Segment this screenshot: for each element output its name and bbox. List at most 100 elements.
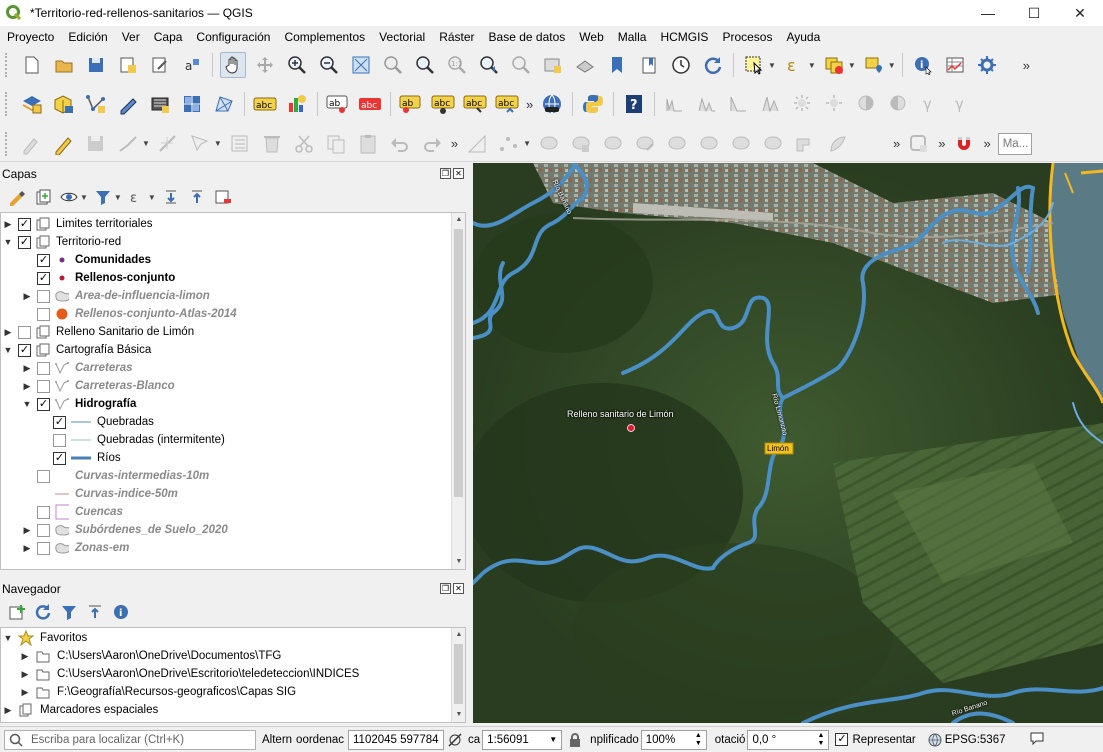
layer-row[interactable]: ✓ Quebradas [1,413,465,431]
layer-visibility-checkbox[interactable] [37,505,50,519]
layer-row[interactable]: ▶ Subórdenes_de Suelo_2020 [1,521,465,539]
scrollbar-thumb[interactable] [454,644,463,704]
rotation-spinbox[interactable]: 0,0 ° ▲ ▼ [747,729,830,750]
pan-map-icon[interactable] [220,52,246,78]
brightness-down-icon[interactable] [822,91,848,117]
layer-visibility-checkbox[interactable] [37,307,50,321]
layer-visibility-checkbox[interactable] [53,433,66,447]
zoom-last-icon[interactable] [476,52,502,78]
scale-combobox[interactable]: 1:56091 ▼ [482,729,563,750]
new-bookmark-icon[interactable] [604,52,630,78]
layer-row[interactable]: ✓ Comunidades [1,251,465,269]
shape-tool-6-icon[interactable] [696,131,722,157]
layer-row[interactable]: ▼ ✓ Cartografía Básica [1,341,465,359]
layer-visibility-checkbox[interactable]: ✓ [18,217,31,231]
raster-local-stretch-icon[interactable] [758,91,784,117]
refresh-browser-icon[interactable] [33,602,53,622]
new-shapefile-layer-icon[interactable] [83,91,109,117]
zoom-out-icon[interactable] [316,52,342,78]
move-label-icon[interactable]: ab [398,91,424,117]
raster-histogram-icon[interactable] [662,91,688,117]
layer-row[interactable]: Curvas-indice-50m [1,485,465,503]
lock-scale-icon[interactable] [566,727,584,752]
open-project-icon[interactable] [51,52,77,78]
toolbar-grip[interactable] [5,53,10,77]
contrast-up-icon[interactable] [854,91,880,117]
shape-tool-7-icon[interactable] [728,131,754,157]
refresh-icon[interactable] [700,52,726,78]
digitize-icon[interactable] [115,91,141,117]
layer-row[interactable]: ▼ ✓ Hidrografía [1,395,465,413]
collapse-all-icon[interactable] [187,187,207,207]
save-project-icon[interactable] [83,52,109,78]
remove-layer-icon[interactable] [213,187,233,207]
rotate-label-icon[interactable]: abc [462,91,488,117]
altern-label[interactable]: Altern [262,734,292,746]
add-group-icon[interactable] [33,187,53,207]
show-hide-labels-icon[interactable]: abc [430,91,456,117]
show-bookmarks-icon[interactable] [636,52,662,78]
menu-ayuda[interactable]: Ayuda [779,30,827,44]
delete-selected-icon[interactable] [259,131,285,157]
layers-scrollbar[interactable]: ▲ ▼ [451,213,465,569]
navigator-row[interactable]: ▶ Marcadores espaciales [1,701,465,719]
magnifier-spinbox[interactable]: 100% ▲ ▼ [640,729,707,750]
highlight-pinned-labels-icon[interactable]: abc [357,91,383,117]
layer-row[interactable]: Rellenos-conjunto-Atlas-2014 [1,305,465,323]
locator-bar[interactable]: Escriba para localizar (Ctrl+K) [4,729,256,750]
render-checkbox[interactable]: ✓ [835,733,849,746]
current-edits-icon[interactable] [19,131,45,157]
temporal-controller-icon[interactable] [668,52,694,78]
layer-row[interactable]: Quebradas (intermitente) [1,431,465,449]
expand-arrow-icon[interactable]: ▶ [20,687,30,698]
expand-arrow-icon[interactable]: ▶ [22,381,32,392]
paste-features-icon[interactable] [355,131,381,157]
new-project-icon[interactable] [19,52,45,78]
menu-edicion[interactable]: Edición [61,30,114,44]
processing-toolbox-icon[interactable] [974,52,1000,78]
new-virtual-layer-icon[interactable] [147,91,173,117]
collapse-browser-icon[interactable] [85,602,105,622]
close-panel-icon[interactable]: ✕ [453,168,464,179]
zoom-full-icon[interactable] [348,52,374,78]
layer-visibility-checkbox[interactable]: ✓ [37,253,50,267]
open-layer-styling-icon[interactable] [7,187,27,207]
add-raster-layer-icon[interactable] [179,91,205,117]
add-selected-layers-icon[interactable] [7,602,27,622]
expand-arrow-icon[interactable]: ▶ [20,669,30,680]
vertex-tool-all-layers-icon[interactable] [187,131,213,157]
cut-features-icon[interactable] [291,131,317,157]
identify-features-icon[interactable]: i [910,52,936,78]
shape-tool-4-icon[interactable] [632,131,658,157]
help-contents-icon[interactable]: ? [621,91,647,117]
properties-icon[interactable]: i [111,602,131,622]
change-label-icon[interactable]: abc [494,91,520,117]
expand-arrow-icon[interactable]: ▶ [22,525,32,536]
layer-row[interactable]: ▶ Carreteras [1,359,465,377]
layer-visibility-checkbox[interactable]: ✓ [18,235,31,249]
layer-visibility-checkbox[interactable] [18,325,31,339]
save-layer-edits-icon[interactable] [83,131,109,157]
navigator-scrollbar[interactable]: ▲ ▼ [451,628,465,722]
expand-arrow-icon[interactable]: ▶ [22,543,32,554]
snapping-magnet-icon[interactable] [951,131,977,157]
collapse-arrow-icon[interactable]: ▼ [3,345,13,355]
cad-tool-icon[interactable] [496,131,522,157]
reshape-icon[interactable] [906,131,932,157]
expand-arrow-icon[interactable]: ▶ [3,327,13,338]
coordinate-field[interactable]: 1102045 597784 [348,729,445,750]
menu-procesos[interactable]: Procesos [715,30,779,44]
style-manager-icon[interactable]: a [179,52,205,78]
expand-arrow-icon[interactable]: ▶ [3,219,13,230]
shape-tool-2-icon[interactable] [568,131,594,157]
expand-arrow-icon[interactable]: ▶ [22,363,32,374]
shape-tool-8-icon[interactable] [760,131,786,157]
manage-map-themes-icon[interactable] [59,187,79,207]
layer-row[interactable]: ✓ Ríos [1,449,465,467]
expand-arrow-icon[interactable]: ▶ [20,651,30,662]
expand-arrow-icon[interactable]: ▶ [3,705,13,716]
layer-visibility-checkbox[interactable]: ✓ [37,397,50,411]
raster-stretch-icon[interactable] [694,91,720,117]
toolbar-grip[interactable] [5,131,10,156]
menu-ver[interactable]: Ver [115,30,147,44]
